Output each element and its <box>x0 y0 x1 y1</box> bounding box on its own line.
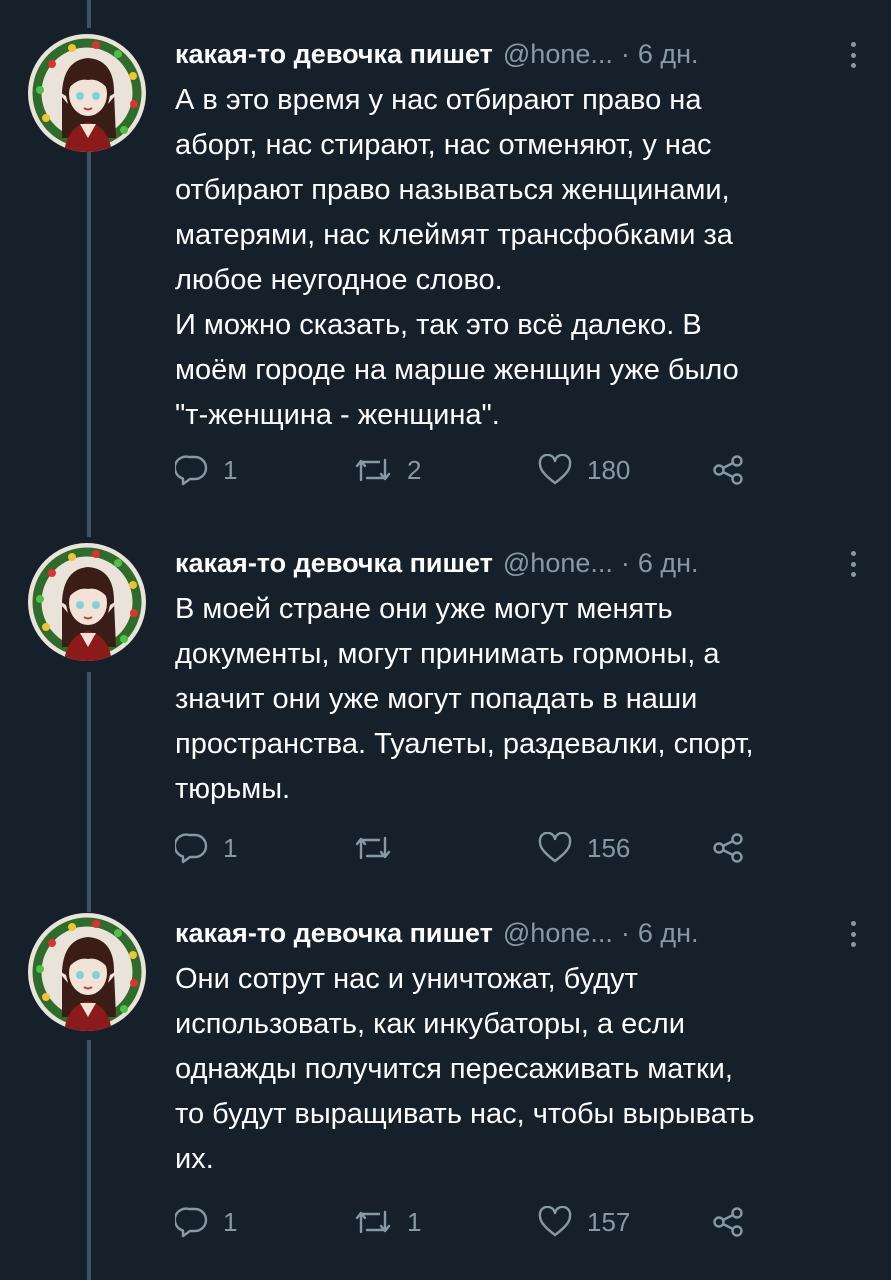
thread-line-top <box>87 0 91 28</box>
tweet-actions: 1 1 157 <box>175 1202 875 1242</box>
tweet-text: А в это время у нас отбирают право на аб… <box>175 84 739 431</box>
thread-line-1 <box>87 152 91 537</box>
tweet-header: какая-то девочка пишет @hone... · 6 дн. <box>175 913 865 953</box>
more-options-icon[interactable] <box>841 40 865 70</box>
retweet-count: 1 <box>407 1206 422 1237</box>
retweet-button[interactable]: 1 <box>353 1202 421 1242</box>
share-button[interactable] <box>711 1202 745 1242</box>
like-button[interactable]: 156 <box>537 828 630 868</box>
tweet-text: В моей стране они уже могут менять докум… <box>175 593 754 805</box>
reply-button[interactable]: 1 <box>175 1202 237 1242</box>
like-icon <box>537 832 573 864</box>
tweet-actions: 1 156 <box>175 828 875 868</box>
retweet-icon <box>353 454 393 486</box>
author-name[interactable]: какая-то девочка пишет <box>175 913 493 953</box>
tweet-actions: 1 2 180 <box>175 450 875 490</box>
reply-count: 1 <box>223 832 238 863</box>
like-count: 180 <box>587 454 631 485</box>
like-button[interactable]: 180 <box>537 450 630 490</box>
avatar[interactable] <box>28 34 146 152</box>
avatar[interactable] <box>28 913 146 1031</box>
share-icon <box>711 454 745 486</box>
reply-button[interactable]: 1 <box>175 450 237 490</box>
author-name[interactable]: какая-то девочка пишет <box>175 34 493 74</box>
reply-icon <box>175 1206 209 1238</box>
tweet-header: какая-то девочка пишет @hone... · 6 дн. <box>175 34 865 74</box>
reply-count: 1 <box>223 454 238 485</box>
share-button[interactable] <box>711 828 745 868</box>
tweet-header: какая-то девочка пишет @hone... · 6 дн. <box>175 543 865 583</box>
separator-dot: · <box>620 918 630 948</box>
like-count: 157 <box>587 1206 631 1237</box>
share-icon <box>711 832 745 864</box>
like-icon <box>537 1206 573 1238</box>
more-options-icon[interactable] <box>841 549 865 579</box>
reply-count: 1 <box>223 1206 238 1237</box>
share-icon <box>711 1206 745 1238</box>
timestamp[interactable]: 6 дн. <box>638 913 699 953</box>
retweet-count: 2 <box>407 454 422 485</box>
separator-dot: · <box>620 548 630 578</box>
like-icon <box>537 454 573 486</box>
author-handle[interactable]: @hone... <box>503 913 613 953</box>
like-count: 156 <box>587 832 631 863</box>
separator-dot: · <box>620 39 630 69</box>
retweet-icon <box>353 1206 393 1238</box>
avatar[interactable] <box>28 543 146 661</box>
author-handle[interactable]: @hone... <box>503 34 613 74</box>
tweet-text: Они сотрут нас и уничтожат, будут исполь… <box>175 963 755 1175</box>
reply-button[interactable]: 1 <box>175 828 237 868</box>
timestamp[interactable]: 6 дн. <box>638 543 699 583</box>
share-button[interactable] <box>711 450 745 490</box>
thread-line-2 <box>87 672 91 912</box>
retweet-icon <box>353 832 393 864</box>
author-handle[interactable]: @hone... <box>503 543 613 583</box>
reply-icon <box>175 832 209 864</box>
retweet-button[interactable]: 2 <box>353 450 421 490</box>
more-options-icon[interactable] <box>841 919 865 949</box>
like-button[interactable]: 157 <box>537 1202 630 1242</box>
timestamp[interactable]: 6 дн. <box>638 34 699 74</box>
reply-icon <box>175 454 209 486</box>
thread-line-3 <box>87 1040 91 1280</box>
author-name[interactable]: какая-то девочка пишет <box>175 543 493 583</box>
retweet-button[interactable] <box>353 828 407 868</box>
